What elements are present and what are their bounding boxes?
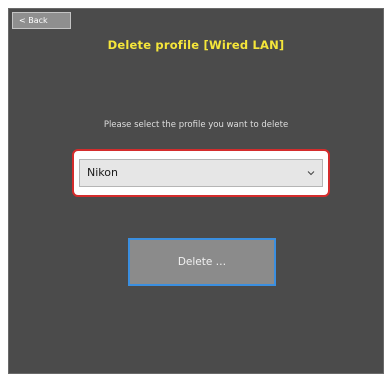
- delete-button[interactable]: Delete …: [128, 238, 276, 286]
- select-highlight-frame: Nikon: [72, 149, 330, 197]
- chevron-down-icon: [307, 171, 315, 176]
- profile-select[interactable]: Nikon: [79, 159, 323, 187]
- profile-select-value: Nikon: [87, 166, 118, 179]
- page-title: Delete profile [Wired LAN]: [107, 38, 285, 52]
- instruction-text: Please select the profile you want to de…: [103, 120, 289, 130]
- back-button[interactable]: < Back: [12, 12, 71, 29]
- dialog-window: < Back Delete profile [Wired LAN] Please…: [8, 8, 384, 374]
